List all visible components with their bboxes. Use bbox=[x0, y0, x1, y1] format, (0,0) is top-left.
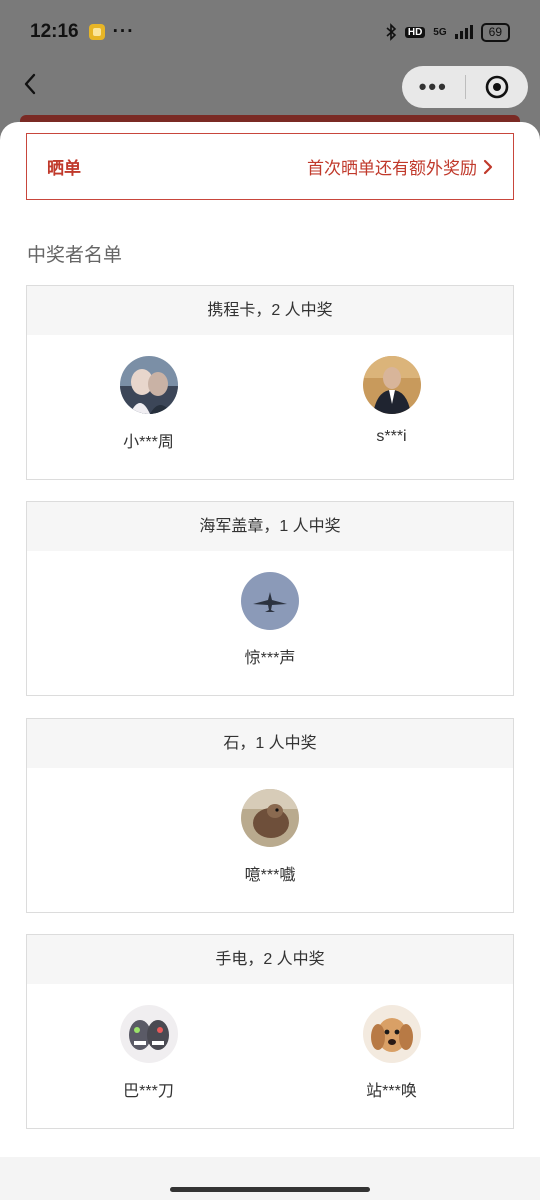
share-order-banner[interactable]: 晒单 首次晒单还有额外奖励 bbox=[26, 133, 514, 200]
prize-header: 石，1 人中奖 bbox=[27, 719, 513, 768]
prize-card: 手电，2 人中奖 巴***刀 站***唤 bbox=[26, 934, 514, 1129]
share-title: 晒单 bbox=[47, 159, 81, 178]
winner-item: 惊***声 bbox=[27, 551, 513, 695]
bluetooth-icon bbox=[386, 23, 397, 41]
home-indicator[interactable] bbox=[170, 1187, 370, 1192]
prize-card: 携程卡，2 人中奖 小***周 s***i bbox=[26, 285, 514, 480]
chevron-right-icon bbox=[483, 159, 493, 174]
prize-header: 手电，2 人中奖 bbox=[27, 935, 513, 984]
network-label: 5G bbox=[433, 26, 447, 38]
share-extra-reward-link[interactable]: 首次晒单还有额外奖励 bbox=[307, 154, 493, 179]
status-time: 12:16 bbox=[30, 21, 79, 42]
winner-name: 噫***嚱 bbox=[244, 867, 296, 884]
mini-program-capsule: ••• bbox=[402, 66, 528, 108]
more-options-button[interactable]: ••• bbox=[402, 66, 465, 108]
prize-card: 石，1 人中奖 噫***嚱 bbox=[26, 718, 514, 913]
winner-row: 小***周 s***i bbox=[27, 335, 513, 479]
winner-list-title: 中奖者名单 bbox=[27, 245, 123, 266]
bottom-gesture-area bbox=[0, 1157, 540, 1200]
target-close-icon bbox=[485, 75, 509, 99]
winner-row: 巴***刀 站***唤 bbox=[27, 984, 513, 1128]
cartoon-monster-avatar bbox=[119, 1005, 178, 1063]
puppy-avatar bbox=[362, 1005, 421, 1063]
prize-header: 海军盖章，1 人中奖 bbox=[27, 502, 513, 551]
status-bar: 12:16 ··· HD 5G 69 bbox=[0, 0, 540, 64]
prize-header: 携程卡，2 人中奖 bbox=[27, 286, 513, 335]
winner-item: 噫***嚱 bbox=[27, 768, 513, 912]
winner-name: 站***唤 bbox=[366, 1083, 417, 1100]
prize-card: 海军盖章，1 人中奖 惊***声 bbox=[26, 501, 514, 696]
fighter-jet-avatar bbox=[241, 572, 299, 630]
winner-item: 巴***刀 bbox=[27, 984, 270, 1128]
close-mini-program-button[interactable] bbox=[466, 74, 529, 100]
winner-row: 噫***嚱 bbox=[27, 768, 513, 912]
winner-name: 巴***刀 bbox=[123, 1083, 174, 1100]
notification-icon bbox=[88, 24, 105, 40]
hd-icon: HD bbox=[404, 26, 426, 38]
winner-name: 小***周 bbox=[123, 434, 174, 451]
winner-name: s***i bbox=[376, 428, 407, 445]
winner-name: 惊***声 bbox=[244, 650, 296, 667]
man-in-suit-avatar bbox=[362, 356, 421, 414]
share-extra-text: 首次晒单还有额外奖励 bbox=[307, 159, 477, 178]
winner-list-sheet: 晒单 首次晒单还有额外奖励 中奖者名单 携程卡，2 人中奖 小***周 s***… bbox=[0, 122, 540, 1200]
winner-item: s***i bbox=[270, 335, 513, 479]
chevron-left-icon bbox=[24, 73, 36, 95]
battery-indicator: 69 bbox=[480, 22, 510, 42]
signal-icon bbox=[454, 25, 473, 39]
winner-item: 小***周 bbox=[27, 335, 270, 479]
couple-photo-avatar bbox=[119, 356, 178, 414]
winner-row: 惊***声 bbox=[27, 551, 513, 695]
back-button[interactable] bbox=[12, 66, 48, 102]
animal-photo-avatar bbox=[241, 789, 299, 847]
more-notifications-icon: ··· bbox=[112, 21, 135, 42]
winner-item: 站***唤 bbox=[270, 984, 513, 1128]
